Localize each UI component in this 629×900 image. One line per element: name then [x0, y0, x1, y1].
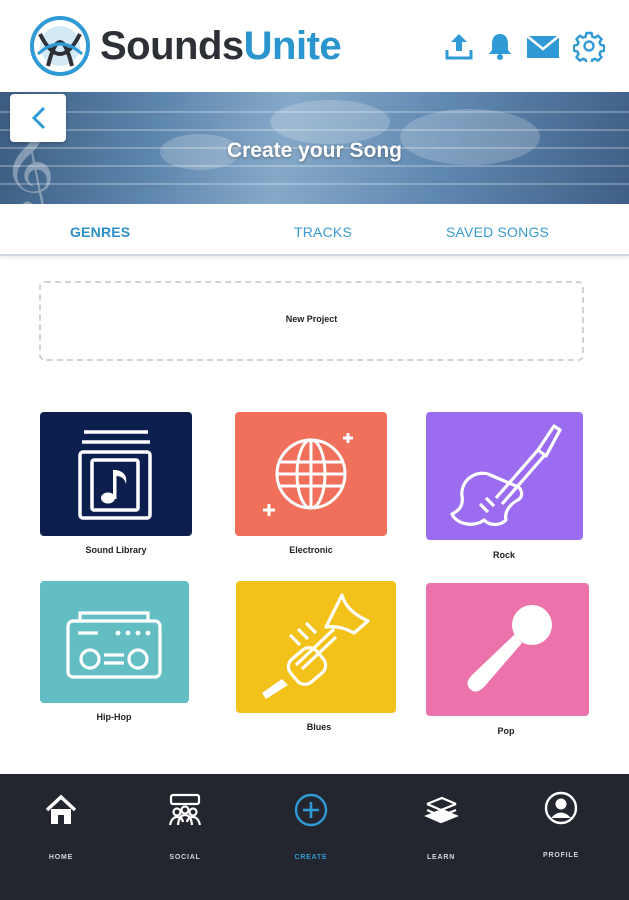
genre-tile-pop[interactable]: [426, 583, 589, 716]
app-header: SoundsUnite: [0, 0, 629, 92]
chevron-left-icon: [31, 106, 46, 130]
brand-name: SoundsUnite: [100, 24, 342, 69]
genre-label-electronic: Electronic: [289, 545, 333, 555]
nav-home-label: HOME: [48, 854, 74, 861]
nav-home[interactable]: HOME: [16, 792, 106, 862]
tab-tracks[interactable]: TRACKS: [294, 224, 352, 240]
bottom-navigation: HOME SOCIAL CREATE LEARN PROFILE: [0, 774, 629, 900]
nav-learn-label: LEARN: [426, 854, 456, 861]
back-button[interactable]: [10, 94, 66, 142]
genre-label-blues: Blues: [306, 722, 332, 732]
tab-bar: GENRES TRACKS SAVED SONGS: [0, 204, 629, 256]
nav-profile-label: PROFILE: [543, 852, 579, 859]
electric-guitar-icon: [450, 424, 562, 527]
upload-icon[interactable]: [443, 30, 475, 62]
soundsunite-logo-icon: [30, 16, 90, 76]
music-library-icon: [78, 430, 152, 520]
bell-icon[interactable]: [484, 30, 516, 62]
trumpet-icon: [262, 593, 370, 699]
tab-genres[interactable]: GENRES: [70, 224, 130, 240]
genre-tile-electronic[interactable]: [235, 412, 387, 536]
nav-social[interactable]: SOCIAL: [140, 792, 230, 862]
books-icon: [424, 796, 459, 824]
settings-gear-icon[interactable]: [573, 30, 605, 62]
brand-name-part2: Unite: [243, 24, 342, 68]
genre-label-hip-hop: Hip-Hop: [96, 712, 132, 722]
nav-create[interactable]: CREATE: [266, 792, 356, 862]
boombox-icon: [66, 611, 162, 679]
nav-learn[interactable]: LEARN: [396, 792, 486, 862]
banner-title: Create your Song: [226, 139, 403, 162]
plus-circle-icon: [294, 793, 328, 827]
genre-tile-sound-library[interactable]: [40, 412, 192, 536]
genre-tile-hip-hop[interactable]: [40, 581, 189, 703]
home-icon: [45, 794, 77, 824]
genre-tile-rock[interactable]: [426, 412, 583, 540]
genre-label-rock: Rock: [492, 550, 515, 560]
tab-saved-songs[interactable]: SAVED SONGS: [446, 224, 549, 240]
profile-icon: [544, 791, 578, 825]
genre-label-pop: Pop: [497, 726, 515, 736]
nav-profile[interactable]: PROFILE: [516, 790, 606, 860]
brand-name-part1: Sounds: [100, 24, 244, 68]
disco-ball-icon: [263, 433, 353, 516]
social-group-icon: [168, 793, 202, 826]
nav-create-label: CREATE: [294, 854, 328, 861]
new-project-label: New Project: [285, 314, 338, 324]
genre-label-sound-library: Sound Library: [85, 545, 147, 555]
mail-icon[interactable]: [526, 30, 560, 62]
create-song-banner: 𝄞 Create your Song: [0, 92, 629, 204]
new-project-button[interactable]: New Project: [39, 281, 584, 361]
nav-social-label: SOCIAL: [169, 854, 201, 861]
genre-tile-blues[interactable]: [236, 581, 396, 713]
microphone-icon: [467, 605, 552, 692]
